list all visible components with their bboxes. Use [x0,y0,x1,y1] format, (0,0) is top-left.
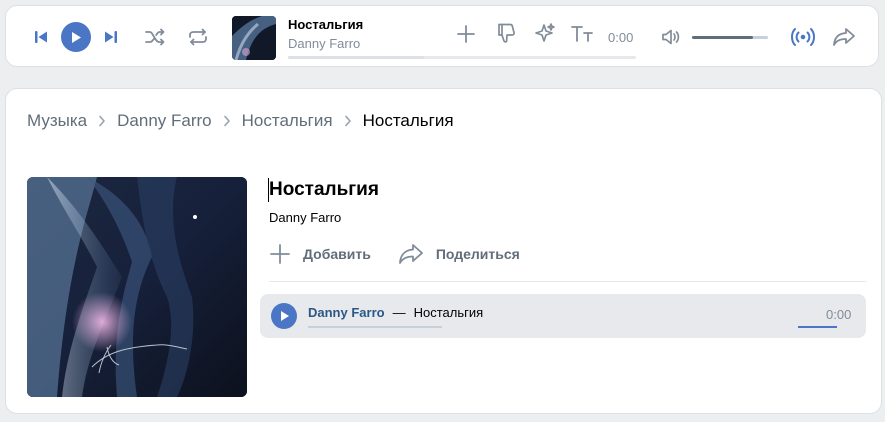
track-artist-link[interactable]: Danny Farro [308,305,385,320]
breadcrumb-item-artist[interactable]: Danny Farro [117,111,211,131]
dislike-icon[interactable] [494,21,518,45]
share-button-label: Поделиться [435,246,520,262]
share-icon [398,243,424,265]
breadcrumb: Музыка Danny Farro Ностальгия Ностальгия [27,111,454,131]
play-button[interactable] [61,22,91,52]
divider [269,281,866,282]
album-art-thumbnail [232,16,276,60]
add-icon[interactable] [455,23,477,45]
volume-icon[interactable] [660,26,682,48]
album-art-image [27,177,247,397]
breadcrumb-item-music[interactable]: Музыка [27,111,87,131]
sparkle-icon[interactable] [533,21,557,45]
next-icon[interactable] [103,28,119,46]
share-icon[interactable] [831,25,857,49]
volume-slider-fill [692,36,753,39]
breadcrumb-item-album[interactable]: Ностальгия [242,111,333,131]
track-title: Ностальгия [413,305,484,320]
audio-player: Ностальгия Danny Farro 0:00 [5,5,879,67]
track-info: Danny Farro — Ностальгия [308,305,483,320]
track-progress-bar[interactable] [308,326,442,328]
album-cover[interactable] [27,177,247,397]
player-track-title[interactable]: Ностальгия [288,17,363,32]
volume-slider[interactable] [692,36,768,39]
chevron-right-icon [333,111,363,131]
album-page: Музыка Danny Farro Ностальгия Ностальгия [5,88,882,414]
player-track-artist[interactable]: Danny Farro [288,36,360,51]
play-icon [280,311,289,321]
shuffle-icon[interactable] [143,26,167,48]
track-play-button[interactable] [271,303,297,329]
chevron-right-icon [87,111,117,131]
track-row[interactable]: Danny Farro — Ностальгия 0:00 [260,294,866,338]
plus-icon [269,243,291,265]
album-actions: Добавить Поделиться [269,243,547,265]
track-separator: — [392,305,406,320]
seek-bar-fill [288,56,424,59]
track-time-underline [798,326,837,328]
track-thumbnail[interactable] [232,16,276,60]
album-artist[interactable]: Danny Farro [269,210,341,225]
add-button[interactable]: Добавить [269,243,371,265]
repeat-icon[interactable] [186,26,210,48]
broadcast-icon[interactable] [789,25,817,49]
album-title: Ностальгия [269,179,379,200]
prev-icon[interactable] [33,28,49,46]
seek-bar[interactable] [288,56,636,59]
breadcrumb-item-current: Ностальгия [362,111,454,130]
lyrics-icon[interactable] [569,23,595,45]
share-button[interactable]: Поделиться [398,243,520,265]
play-icon [72,31,81,43]
chevron-right-icon [212,111,242,131]
add-button-label: Добавить [303,246,371,262]
track-duration: 0:00 [826,307,852,322]
player-time: 0:00 [608,30,634,45]
